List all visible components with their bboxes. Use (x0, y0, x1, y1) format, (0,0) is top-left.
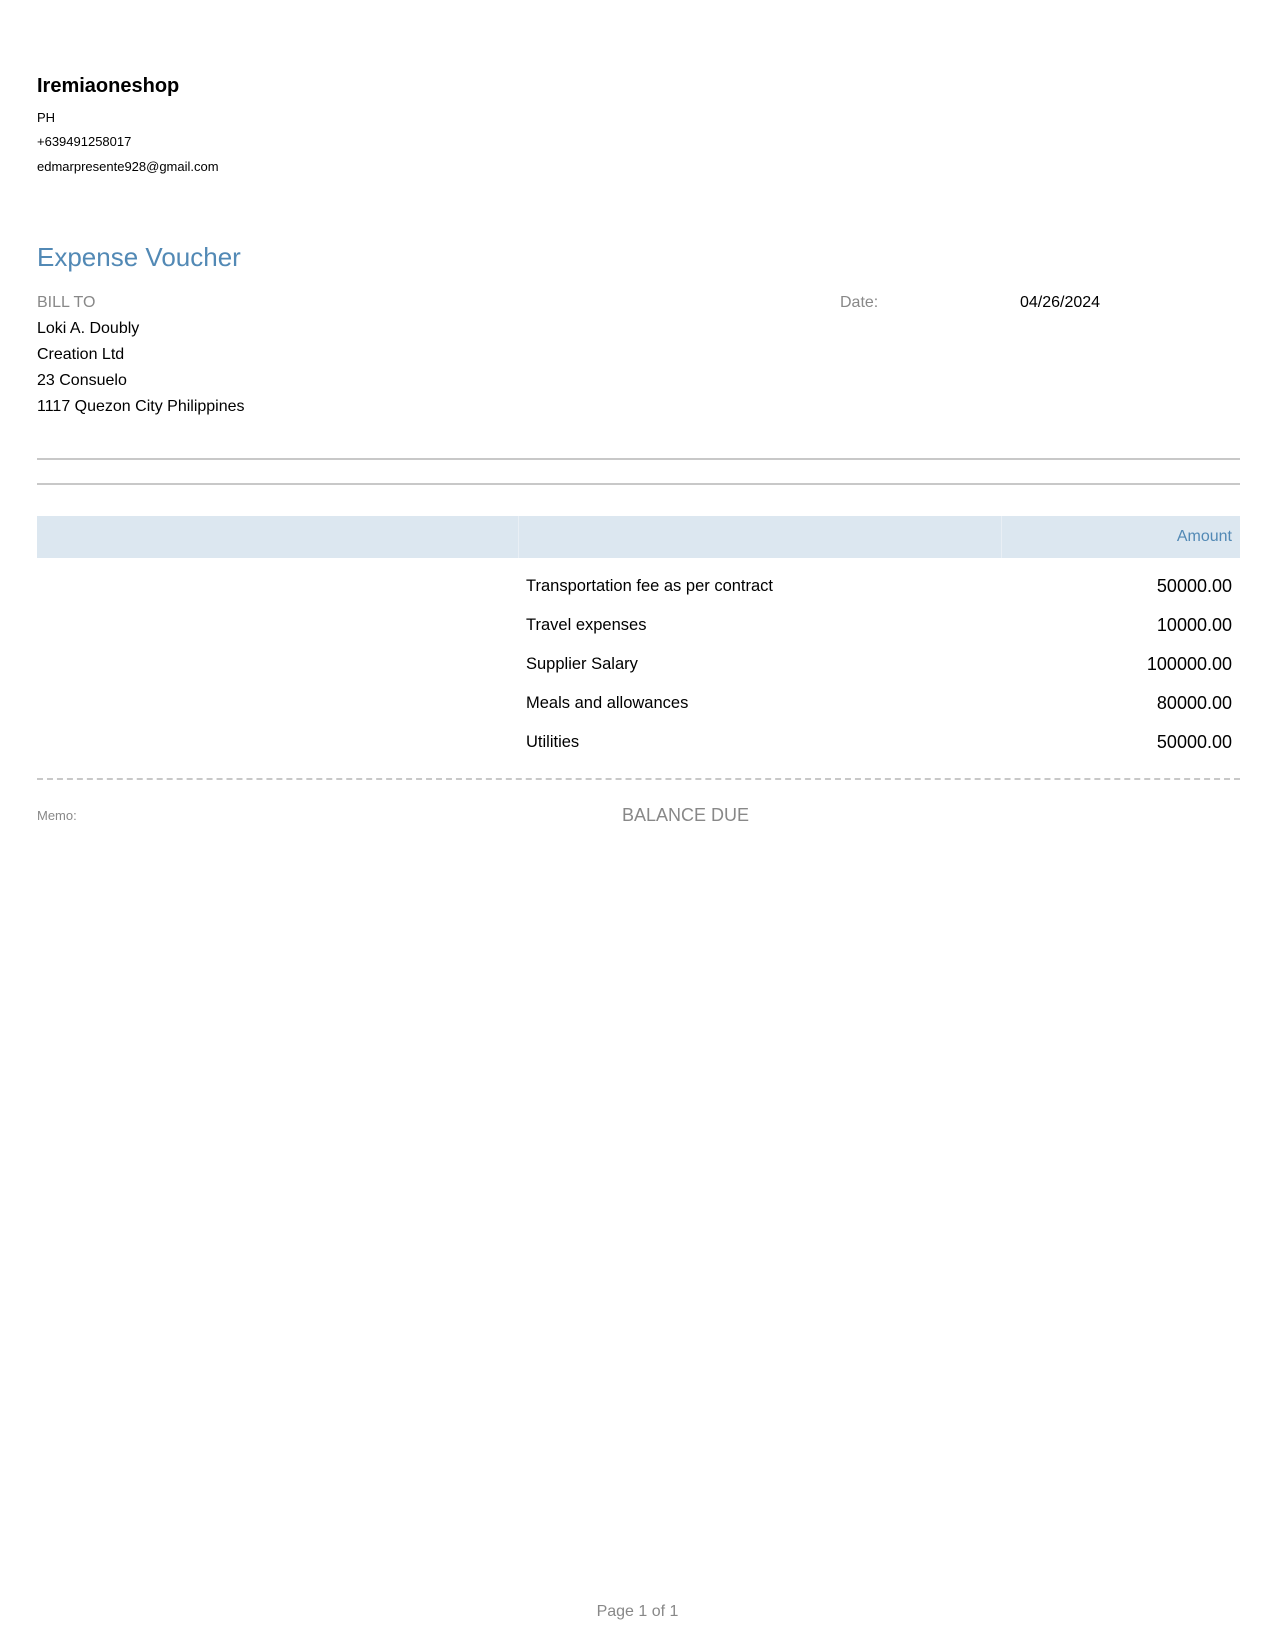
line-item-description: Meals and allowances (526, 694, 689, 712)
bill-to-company: Creation Ltd (37, 346, 125, 363)
amount-column-header: Amount (1176, 528, 1232, 545)
date-value: 04/26/2024 (1020, 294, 1101, 311)
document-title: Expense Voucher (37, 242, 241, 272)
divider-top (37, 458, 1240, 460)
column-divider (518, 516, 519, 558)
memo-label: Memo: (37, 808, 77, 823)
line-item-amount: 50000.00 (1156, 732, 1232, 752)
line-item-description: Transportation fee as per contract (526, 577, 774, 595)
bill-to-label: BILL TO (37, 294, 96, 311)
date-label: Date: (840, 294, 879, 311)
company-country: PH (37, 110, 56, 125)
bill-to-city: 1117 Quezon City Philippines (37, 398, 245, 415)
company-phone: +639491258017 (37, 134, 132, 149)
column-divider (1001, 516, 1002, 558)
totals-separator (37, 778, 1240, 780)
line-item-amount: 100000.00 (1146, 654, 1232, 674)
line-item-amount: 10000.00 (1156, 615, 1232, 635)
bill-to-street: 23 Consuelo (37, 372, 127, 389)
bill-to-name: Loki A. Doubly (37, 320, 140, 337)
company-name: Iremiaoneshop (37, 75, 180, 97)
line-item-description: Travel expenses (526, 616, 647, 634)
line-item-amount: 50000.00 (1156, 576, 1232, 596)
company-email: edmarpresente928@gmail.com (37, 159, 219, 174)
divider-bottom (37, 483, 1240, 485)
balance-due-label: BALANCE DUE (622, 805, 750, 825)
line-item-amount: 80000.00 (1156, 693, 1232, 713)
line-item-description: Supplier Salary (526, 655, 638, 673)
page-number: Page 1 of 1 (596, 1603, 679, 1620)
items-table-header: Amount (37, 516, 1240, 558)
line-item-description: Utilities (526, 733, 580, 751)
